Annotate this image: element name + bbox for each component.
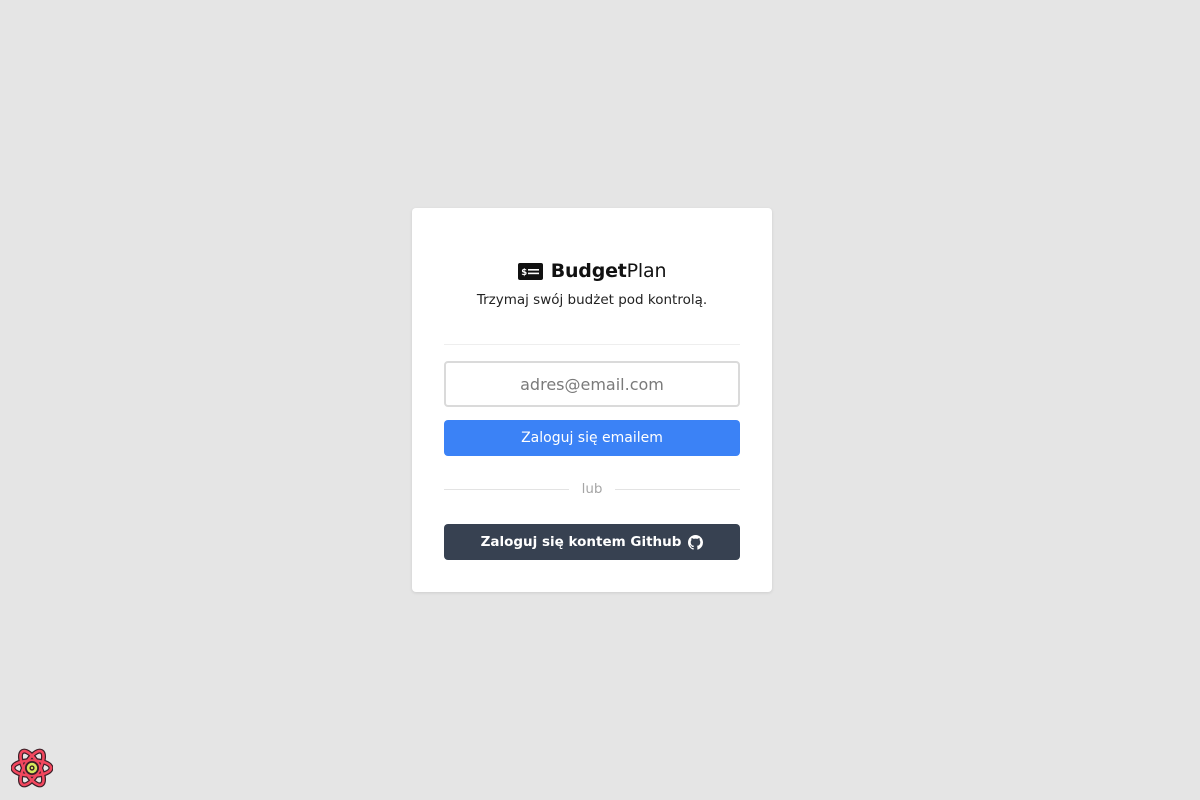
brand-name-bold: Budget — [550, 260, 627, 282]
separator-label: lub — [581, 481, 603, 497]
github-login-button[interactable]: Zaloguj się kontem Github — [444, 524, 740, 560]
github-login-button-label: Zaloguj się kontem Github — [480, 534, 682, 550]
separator-line-left — [444, 488, 569, 490]
react-devtools-icon[interactable] — [11, 747, 53, 789]
login-page: $ BudgetPlan Trzymaj swój budżet pod kon… — [0, 0, 1200, 800]
email-field[interactable] — [444, 361, 740, 407]
svg-text:$: $ — [521, 268, 527, 278]
divider — [444, 344, 740, 345]
brand: $ BudgetPlan — [412, 258, 772, 284]
money-check-icon: $ — [517, 262, 543, 280]
email-login-button[interactable]: Zaloguj się emailem — [444, 420, 740, 456]
tagline: Trzymaj swój budżet pod kontrolą. — [476, 292, 708, 308]
login-card: $ BudgetPlan Trzymaj swój budżet pod kon… — [412, 208, 772, 592]
brand-name-light: Plan — [626, 260, 667, 282]
email-login-button-label: Zaloguj się emailem — [521, 430, 663, 446]
brand-name: BudgetPlan — [551, 260, 667, 282]
github-icon — [688, 534, 704, 550]
or-separator: lub — [444, 480, 741, 498]
separator-line-right — [615, 488, 741, 490]
